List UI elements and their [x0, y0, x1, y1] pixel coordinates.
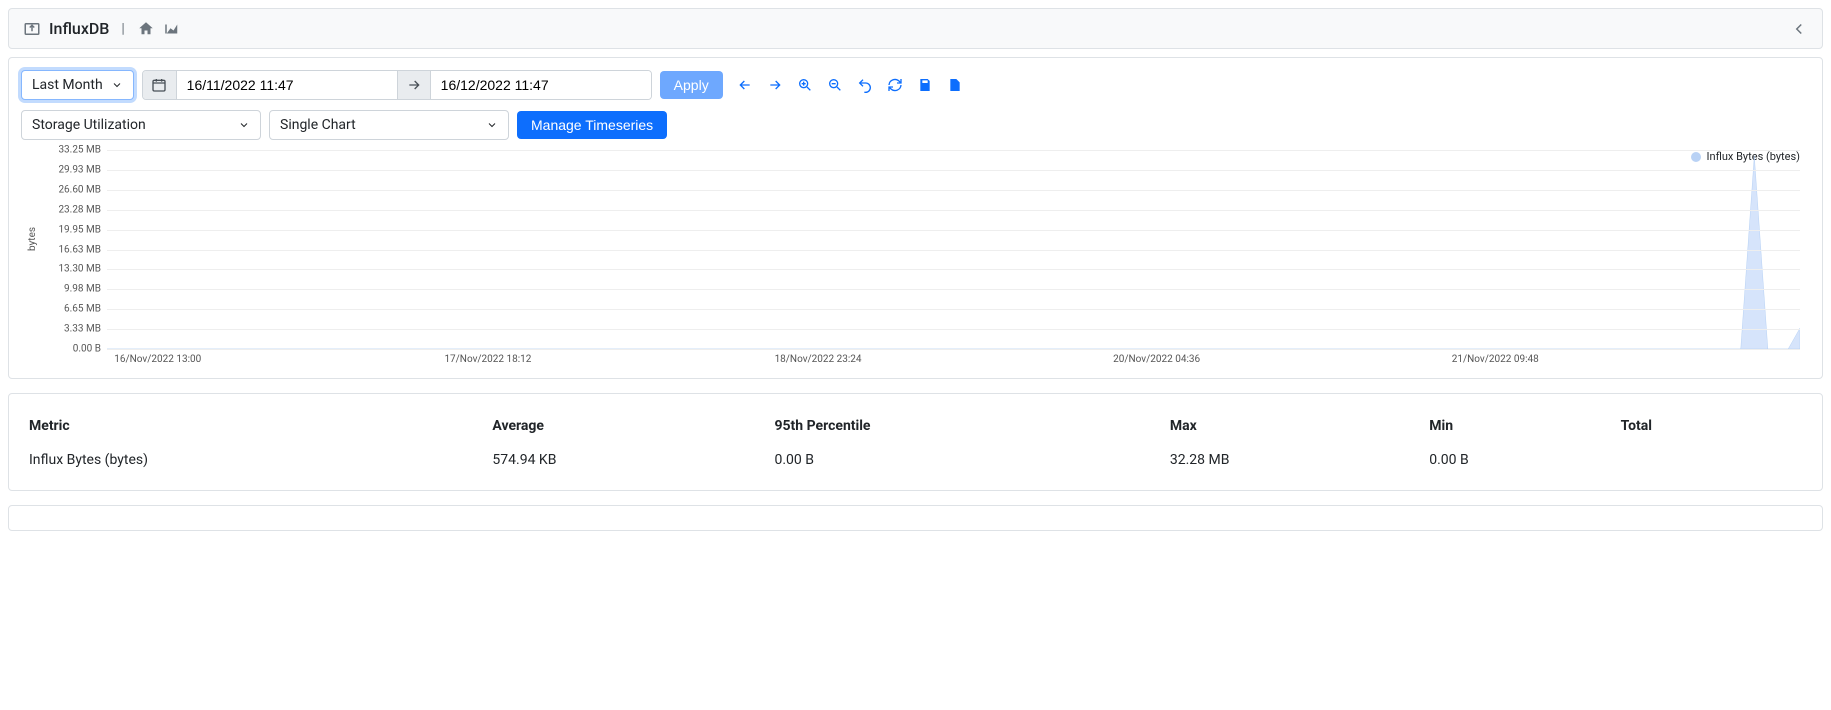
controls-panel: Last Month Apply [8, 57, 1823, 379]
gridline [107, 289, 1800, 290]
stats-header: Average [492, 410, 764, 448]
gridline [107, 230, 1800, 231]
stats-cell-min: 0.00 B [1429, 448, 1610, 474]
stats-cell-max: 32.28 MB [1170, 448, 1419, 474]
metric-select[interactable]: Storage Utilization [21, 110, 261, 140]
y-tick-label: 3.33 MB [47, 324, 101, 335]
stats-header: Min [1429, 410, 1610, 448]
stats-header: 95th Percentile [774, 410, 1159, 448]
y-axis-title: bytes [27, 227, 38, 251]
page-title: InfluxDB [49, 19, 109, 38]
y-tick-label: 0.00 B [47, 344, 101, 355]
y-tick-label: 33.25 MB [47, 145, 101, 156]
stats-cell-total [1621, 448, 1802, 474]
gridline [107, 170, 1800, 171]
zoom-out-icon[interactable] [827, 77, 843, 93]
y-tick-label: 23.28 MB [47, 204, 101, 215]
x-tick-label: 16/Nov/2022 13:00 [114, 354, 201, 365]
y-tick-label: 29.93 MB [47, 164, 101, 175]
title-divider: | [121, 21, 124, 37]
calendar-icon[interactable] [143, 71, 177, 99]
y-tick-label: 19.95 MB [47, 224, 101, 235]
chevron-down-icon [486, 119, 498, 131]
apply-button[interactable]: Apply [660, 71, 723, 99]
stats-table: Metric Average 95th Percentile Max Min T… [29, 410, 1802, 474]
gridline [107, 250, 1800, 251]
topbar: InfluxDB | [8, 8, 1823, 49]
y-tick-label: 26.60 MB [47, 184, 101, 195]
export-icon [23, 20, 41, 38]
x-tick-label: 21/Nov/2022 09:48 [1452, 354, 1539, 365]
y-tick-label: 6.65 MB [47, 304, 101, 315]
x-axis: 16/Nov/2022 13:00 17/Nov/2022 18:12 18/Nov… [107, 350, 1800, 372]
y-tick-label: 13.30 MB [47, 264, 101, 275]
manage-timeseries-button[interactable]: Manage Timeseries [517, 111, 667, 139]
chevron-down-icon [238, 119, 250, 131]
chart: Influx Bytes (bytes) bytes 33.25 MB29.93… [21, 150, 1810, 372]
chart-plot-area[interactable]: 33.25 MB29.93 MB26.60 MB23.28 MB19.95 MB… [107, 150, 1800, 350]
stats-cell-p95: 0.00 B [774, 448, 1159, 474]
stats-header: Metric [29, 410, 482, 448]
stats-cell-metric: Influx Bytes (bytes) [29, 448, 482, 474]
x-tick-label: 18/Nov/2022 23:24 [775, 354, 862, 365]
gridline [107, 309, 1800, 310]
time-preset-label: Last Month [32, 77, 103, 93]
empty-panel [8, 505, 1823, 531]
undo-icon[interactable] [857, 77, 873, 93]
chevron-down-icon [111, 79, 123, 91]
stats-header: Max [1170, 410, 1419, 448]
save-icon[interactable] [917, 77, 933, 93]
time-preset-select[interactable]: Last Month [21, 70, 134, 100]
metric-label: Storage Utilization [32, 117, 146, 133]
image-export-icon[interactable] [947, 77, 963, 93]
date-to-input[interactable] [431, 71, 651, 99]
gridline [107, 269, 1800, 270]
y-tick-label: 16.63 MB [47, 244, 101, 255]
gridline [107, 190, 1800, 191]
nav-right-icon[interactable] [767, 77, 783, 93]
stats-header: Total [1621, 410, 1802, 448]
x-tick-label: 17/Nov/2022 18:12 [444, 354, 531, 365]
chart-toolbar [737, 77, 963, 93]
chart-mode-label: Single Chart [280, 117, 356, 133]
arrow-right-icon [397, 71, 431, 99]
gridline [107, 329, 1800, 330]
chart-mode-select[interactable]: Single Chart [269, 110, 509, 140]
date-from-input[interactable] [177, 71, 397, 99]
home-icon[interactable] [137, 20, 155, 38]
refresh-icon[interactable] [887, 77, 903, 93]
gridline [107, 150, 1800, 151]
date-range-group [142, 70, 652, 100]
area-chart-icon[interactable] [163, 20, 181, 38]
gridline [107, 210, 1800, 211]
y-tick-label: 9.98 MB [47, 284, 101, 295]
x-tick-label: 20/Nov/2022 04:36 [1113, 354, 1200, 365]
stats-panel: Metric Average 95th Percentile Max Min T… [8, 393, 1823, 491]
nav-left-icon[interactable] [737, 77, 753, 93]
stats-cell-avg: 574.94 KB [492, 448, 764, 474]
zoom-in-icon[interactable] [797, 77, 813, 93]
back-arrow-icon[interactable] [1790, 20, 1808, 38]
